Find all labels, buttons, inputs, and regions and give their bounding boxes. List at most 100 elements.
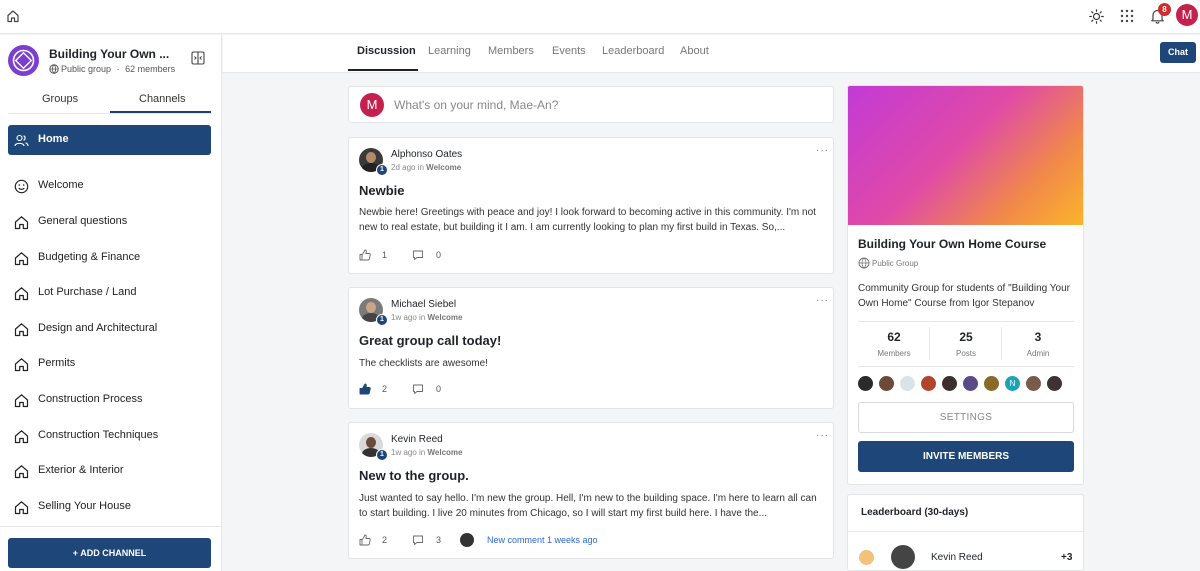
main-tabs: Discussion Learning Members Events Leade… xyxy=(223,35,1200,73)
member-avatar[interactable] xyxy=(1047,376,1062,391)
group-logo xyxy=(8,45,39,76)
member-avatar[interactable] xyxy=(879,376,894,391)
post-channel[interactable]: Welcome xyxy=(428,448,463,457)
sidebar-item-welcome[interactable]: Welcome xyxy=(8,171,211,201)
leaderboard-name[interactable]: Kevin Reed xyxy=(931,552,983,563)
more-options-icon[interactable]: ··· xyxy=(816,145,829,156)
globe-icon xyxy=(858,257,870,269)
post-title[interactable]: Great group call today! xyxy=(359,333,501,348)
post-time: 1w ago xyxy=(391,448,417,457)
member-avatar[interactable] xyxy=(942,376,957,391)
user-avatar[interactable]: M xyxy=(1176,4,1198,26)
home-icon xyxy=(14,430,29,444)
sidebar-item-general-questions[interactable]: General questions xyxy=(8,207,211,237)
group-card-title[interactable]: Building Your Own Home Course xyxy=(858,237,1046,251)
home-icon xyxy=(14,287,29,301)
level-badge: 1 xyxy=(376,314,388,326)
like-count: 2 xyxy=(382,384,388,394)
post-card: 1 Alphonso Oates 2d ago in Welcome ··· N… xyxy=(348,137,834,274)
member-avatar[interactable] xyxy=(984,376,999,391)
more-options-icon[interactable]: ··· xyxy=(816,430,829,441)
member-avatar[interactable]: N xyxy=(1005,376,1020,391)
sidebar-item-selling-your-house[interactable]: Selling Your House xyxy=(8,492,211,522)
stat-label: Posts xyxy=(955,349,976,358)
sidebar-divider xyxy=(0,526,221,527)
sidebar-item-label: Exterior & Interior xyxy=(38,464,124,476)
tab-leaderboard[interactable]: Leaderboard xyxy=(602,45,664,57)
comment-icon[interactable] xyxy=(412,534,424,546)
leaderboard-divider xyxy=(848,531,1085,532)
level-badge: 1 xyxy=(376,449,388,461)
invite-members-button[interactable]: INVITE MEMBERS xyxy=(858,441,1074,472)
commenter-avatar[interactable] xyxy=(460,533,474,547)
post-author[interactable]: Alphonso Oates xyxy=(391,149,462,160)
home-icon xyxy=(14,252,29,266)
post-author[interactable]: Michael Siebel xyxy=(391,299,456,310)
group-info-card: Building Your Own Home Course Public Gro… xyxy=(847,85,1084,485)
post-channel[interactable]: Welcome xyxy=(428,313,463,322)
stat-members[interactable]: 62 Members xyxy=(858,330,930,358)
tab-events[interactable]: Events xyxy=(552,45,586,57)
post-card: 1 Kevin Reed 1w ago in Welcome ··· New t… xyxy=(348,422,834,559)
comment-icon[interactable] xyxy=(412,249,424,261)
active-tab-indicator xyxy=(110,111,211,113)
member-avatar[interactable] xyxy=(900,376,915,391)
group-title[interactable]: Building Your Own ... xyxy=(49,47,169,61)
like-icon[interactable] xyxy=(359,249,371,261)
sidebar-collapse-icon[interactable] xyxy=(191,51,205,65)
sidebar-item-design-architectural[interactable]: Design and Architectural xyxy=(8,314,211,344)
leaderboard-avatar[interactable] xyxy=(891,545,915,569)
group-cover-image xyxy=(848,86,1083,225)
post-title[interactable]: New to the group. xyxy=(359,468,469,483)
post-time: 1w ago xyxy=(391,313,417,322)
post-author[interactable]: Kevin Reed xyxy=(391,434,443,445)
tab-channels[interactable]: Channels xyxy=(139,93,185,105)
new-comment-link[interactable]: New comment 1 weeks ago xyxy=(487,535,598,545)
stat-label: Members xyxy=(877,349,911,358)
sidebar-item-lot-purchase-land[interactable]: Lot Purchase / Land xyxy=(8,278,211,308)
sidebar-item-home[interactable]: Home xyxy=(8,125,211,155)
stats-divider xyxy=(858,366,1074,367)
more-options-icon[interactable]: ··· xyxy=(816,295,829,306)
post-composer[interactable]: M What's on your mind, Mae-An? xyxy=(348,86,834,123)
post-channel[interactable]: Welcome xyxy=(426,163,461,172)
like-icon[interactable] xyxy=(359,383,371,395)
group-card-privacy-label: Public Group xyxy=(872,259,919,268)
tab-groups[interactable]: Groups xyxy=(42,93,78,105)
sun-icon[interactable] xyxy=(1089,9,1104,24)
member-avatar[interactable] xyxy=(1026,376,1041,391)
sidebar-item-permits[interactable]: Permits xyxy=(8,349,211,379)
sidebar-item-construction-techniques[interactable]: Construction Techniques xyxy=(8,421,211,451)
member-avatar[interactable] xyxy=(963,376,978,391)
group-member-count: 62 members xyxy=(125,64,176,74)
stat-posts[interactable]: 25 Posts xyxy=(930,330,1002,358)
chat-button[interactable]: Chat xyxy=(1160,42,1196,63)
post-body: The checklists are awesome! xyxy=(359,358,488,369)
group-card-privacy: Public Group xyxy=(858,257,918,269)
post-card: 1 Michael Siebel 1w ago in Welcome ··· G… xyxy=(348,287,834,409)
sidebar-item-exterior-interior[interactable]: Exterior & Interior xyxy=(8,456,211,486)
stat-label: Admin xyxy=(1026,349,1050,358)
tab-discussion[interactable]: Discussion xyxy=(357,45,416,57)
apps-grid-icon[interactable] xyxy=(1120,9,1134,23)
home-icon xyxy=(14,216,29,230)
like-icon[interactable] xyxy=(359,534,371,546)
member-avatar[interactable] xyxy=(921,376,936,391)
comment-icon[interactable] xyxy=(412,383,424,395)
member-avatar[interactable] xyxy=(858,376,873,391)
tab-learning[interactable]: Learning xyxy=(428,45,471,57)
sidebar-item-label: Lot Purchase / Land xyxy=(38,286,137,298)
sidebar-item-construction-process[interactable]: Construction Process xyxy=(8,385,211,415)
meta-separator: · xyxy=(116,64,120,74)
post-title[interactable]: Newbie xyxy=(359,183,405,198)
composer-placeholder[interactable]: What's on your mind, Mae-An? xyxy=(394,98,558,112)
home-icon[interactable] xyxy=(6,9,20,23)
sidebar-item-label: General questions xyxy=(38,215,128,227)
medal-icon xyxy=(859,550,874,565)
add-channel-button[interactable]: + ADD CHANNEL xyxy=(8,538,211,568)
stat-admin[interactable]: 3 Admin xyxy=(1002,330,1074,358)
sidebar-item-budgeting-finance[interactable]: Budgeting & Finance xyxy=(8,243,211,273)
tab-about[interactable]: About xyxy=(680,45,709,57)
settings-button[interactable]: SETTINGS xyxy=(858,402,1074,433)
tab-members[interactable]: Members xyxy=(488,45,534,57)
